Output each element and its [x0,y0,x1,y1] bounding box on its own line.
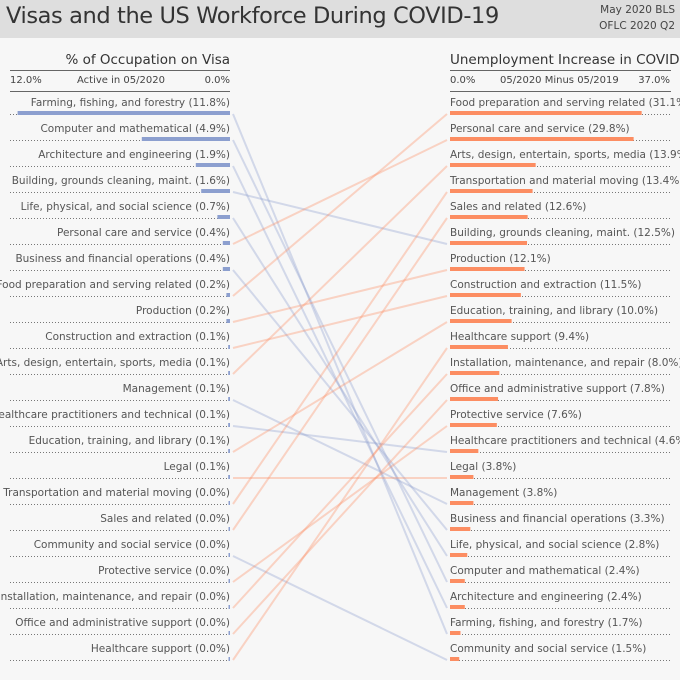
right-row-label: Protective service (7.6%) [450,409,582,421]
left-bar [228,475,230,479]
left-bar [228,605,230,609]
connector-line [232,191,448,505]
left-row-label: Production (0.2%) [136,305,230,317]
right-bar [450,501,474,505]
left-bar [228,423,230,427]
left-row-label: Business and financial operations (0.4%) [15,253,230,265]
right-bar [450,163,536,167]
connector-line [232,295,448,349]
right-row-label: Transportation and material moving (13.4… [449,175,680,187]
right-bar [450,189,533,193]
connector-line [232,399,448,505]
left-row-label: Community and social service (0.0%) [34,539,230,551]
left-bar [228,657,230,661]
left-row-label: Building, grounds cleaning, maint. (1.6%… [12,175,230,187]
connector-lines [232,113,448,661]
right-bar [450,605,465,609]
right-bar [450,553,468,557]
right-panel-bars: Food preparation and serving related (31… [449,97,680,661]
left-bar [228,449,230,453]
right-bar [450,293,521,297]
right-bar [450,137,634,141]
right-bar [450,527,471,531]
left-bar [228,397,230,401]
left-bar [17,111,230,115]
left-bar [226,319,230,323]
left-bar [226,293,230,297]
left-row-label: Education, training, and library (0.1%) [29,435,230,447]
right-bar [450,111,642,115]
right-row-label: Computer and mathematical (2.4%) [450,565,640,577]
left-bar [228,579,230,583]
left-bar [201,189,230,193]
left-row-label: Healthcare support (0.0%) [91,643,230,655]
right-bar [450,267,525,271]
left-row-label: Sales and related (0.0%) [100,513,230,525]
slope-bar-chart: Farming, fishing, and forestry (11.8%) Co… [0,97,680,661]
right-row-label: Food preparation and serving related (31… [450,97,680,109]
right-row-label: Management (3.8%) [450,487,557,499]
right-row-label: Production (12.1%) [450,253,551,265]
right-bar [450,449,479,453]
right-row-label: Architecture and engineering (2.4%) [450,591,642,603]
left-row-label: Management (0.1%) [123,383,230,395]
right-row-label: Business and financial operations (3.3%) [450,513,665,525]
right-bar [450,241,528,245]
left-row-label: Arts, design, entertain, sports, media (… [0,357,230,369]
right-row-label: Healthcare practitioners and technical (… [450,435,680,447]
right-bar [450,475,474,479]
right-bar [450,657,460,661]
right-row-label: Farming, fishing, and forestry (1.7%) [450,617,643,629]
right-row-label: Community and social service (1.5%) [450,643,646,655]
right-row-label: Construction and extraction (11.5%) [450,279,641,291]
right-bar [450,371,500,375]
right-bar [450,579,465,583]
right-bar [450,631,461,635]
right-row-label: Personal care and service (29.8%) [450,123,630,135]
left-row-label: Office and administrative support (0.0%) [15,617,230,629]
left-bar [228,527,230,531]
connector-line [232,425,448,453]
left-bar [228,371,230,375]
left-row-label: Transportation and material moving (0.0%… [2,487,230,499]
right-row-label: Office and administrative support (7.8%) [450,383,665,395]
left-bar [228,501,230,505]
left-row-label: Legal (0.1%) [164,461,230,473]
left-bar [222,241,230,245]
left-bar [228,553,230,557]
connector-line [232,269,448,323]
left-row-label: Life, physical, and social science (0.7%… [21,201,230,213]
right-row-label: Education, training, and library (10.0%) [450,305,658,317]
left-bar [217,215,230,219]
left-row-label: Installation, maintenance, and repair (0… [0,591,230,603]
right-row-label: Legal (3.8%) [450,461,516,473]
right-row-label: Healthcare support (9.4%) [450,331,589,343]
left-bar [222,267,230,271]
right-bar [450,423,497,427]
left-row-label: Healthcare practitioners and technical (… [0,409,230,421]
right-row-label: Building, grounds cleaning, maint. (12.5… [450,227,675,239]
left-row-label: Computer and mathematical (4.9%) [40,123,230,135]
right-bar [450,345,508,349]
connector-line [232,217,448,531]
left-row-label: Food preparation and serving related (0.… [0,279,230,291]
left-row-label: Architecture and engineering (1.9%) [38,149,230,161]
right-row-label: Arts, design, entertain, sports, media (… [450,149,680,161]
right-bar [450,397,499,401]
left-row-label: Farming, fishing, and forestry (11.8%) [31,97,230,109]
left-bar [195,163,230,167]
right-row-label: Installation, maintenance, and repair (8… [450,357,680,369]
left-bar [228,345,230,349]
left-row-label: Personal care and service (0.4%) [57,227,230,239]
left-row-label: Protective service (0.0%) [98,565,230,577]
right-row-label: Sales and related (12.6%) [450,201,586,213]
left-bar [141,137,230,141]
right-bar [450,215,528,219]
left-panel-bars: Farming, fishing, and forestry (11.8%) Co… [0,97,230,661]
connector-line [232,191,448,245]
right-row-label: Life, physical, and social science (2.8%… [450,539,659,551]
left-row-label: Construction and extraction (0.1%) [45,331,230,343]
left-bar [228,631,230,635]
right-bar [450,319,512,323]
